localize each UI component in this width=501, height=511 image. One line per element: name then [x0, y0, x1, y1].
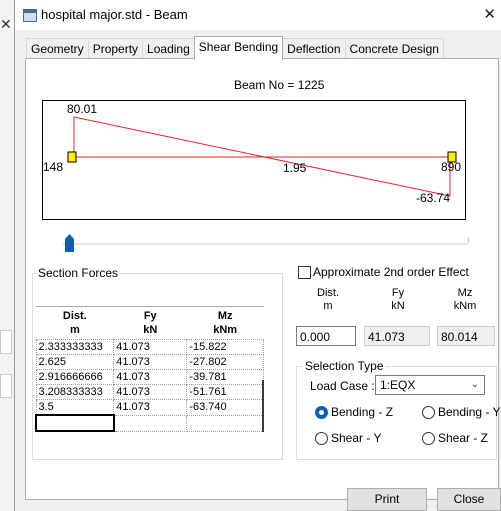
dist-input[interactable]: 0.000	[296, 326, 356, 346]
position-slider[interactable]	[63, 232, 469, 254]
chevron-down-icon: ⌄	[470, 379, 479, 390]
cell-mz[interactable]: -15.822	[186, 339, 264, 355]
table-scrollbar[interactable]	[262, 380, 264, 432]
tab-strip: Geometry Property Loading Shear Bending …	[26, 36, 444, 60]
load-case-value: 1:EQX	[380, 378, 416, 392]
moment-diagram: 80.01 148 1.95 890 -63.74	[42, 100, 466, 220]
approx-dist-header: Dist. m	[317, 287, 339, 312]
cell-dist[interactable]: 3.208333333	[35, 384, 115, 400]
cell-fy[interactable]: 41.073	[113, 384, 188, 400]
bending-y-radio[interactable]	[422, 406, 435, 419]
approx-2nd-order-checkbox[interactable]	[298, 266, 311, 279]
shear-y-radio[interactable]	[315, 432, 328, 445]
tab-shear-bending[interactable]: Shear Bending	[193, 36, 284, 60]
fy-value-field: 41.073	[364, 326, 430, 346]
table-row[interactable]: 3.208333333 41.073 -51.761	[35, 384, 264, 400]
background-close-icon[interactable]: ✕	[0, 16, 12, 33]
tab-loading[interactable]: Loading	[142, 38, 195, 60]
cell-dist[interactable]: 2.625	[35, 354, 115, 370]
cell-fy[interactable]: 41.073	[113, 399, 188, 416]
section-forces-title: Section Forces	[36, 266, 121, 280]
table-row[interactable]: 2.625 41.073 -27.802	[35, 354, 264, 370]
background-field	[0, 330, 12, 354]
cell-fy[interactable]	[113, 414, 188, 432]
column-header-fy: Fy kN	[113, 306, 187, 340]
section-forces-table: Dist. m Fy kN Mz kNm 2.333333333 41.073 -15…	[35, 306, 264, 432]
table-row[interactable]: 2.333333333 41.073 -15.822	[35, 339, 264, 355]
selection-type-title: Selection Type	[303, 359, 386, 373]
approx-fy-header: Fy kN	[391, 287, 405, 312]
background-field	[0, 374, 12, 398]
cell-fy[interactable]: 41.073	[113, 369, 188, 385]
close-button[interactable]: Close	[437, 488, 501, 511]
app-window-icon	[23, 9, 37, 22]
left-support-marker	[67, 151, 77, 163]
tab-geometry[interactable]: Geometry	[26, 38, 89, 60]
cell-dist-selected[interactable]	[35, 414, 115, 432]
column-header-dist: Dist. m	[36, 306, 114, 340]
slider-track	[63, 243, 469, 245]
background-window	[0, 0, 15, 511]
cell-mz[interactable]	[186, 414, 264, 432]
title-bar: hospital major.std - Beam ✕	[15, 0, 501, 30]
max-moment-label: 80.01	[67, 102, 98, 116]
tab-property[interactable]: Property	[87, 38, 144, 60]
table-row[interactable]	[35, 414, 264, 432]
load-case-label: Load Case :	[310, 379, 375, 393]
cell-fy[interactable]: 41.073	[113, 354, 188, 370]
slider-tick	[468, 238, 469, 242]
shear-z-label: Shear - Z	[438, 431, 489, 445]
load-case-select[interactable]: 1:EQX ⌄	[375, 375, 485, 395]
beam-number-label: Beam No = 1225	[234, 78, 325, 92]
cell-mz[interactable]: -27.802	[186, 354, 264, 370]
diagram-svg	[67, 116, 457, 197]
mid-value-label: 1.95	[283, 161, 307, 175]
cell-mz[interactable]: -63.740	[186, 399, 264, 416]
tab-deflection[interactable]: Deflection	[282, 38, 346, 60]
bending-y-label: Bending - Y	[438, 405, 501, 419]
table-row[interactable]: 2.916666666 41.073 -39.781	[35, 369, 264, 385]
tab-concrete-design[interactable]: Concrete Design	[344, 38, 444, 60]
close-icon[interactable]: ✕	[483, 5, 496, 23]
cell-dist[interactable]: 3.5	[35, 399, 115, 416]
print-button[interactable]: Print	[347, 488, 427, 511]
cell-mz[interactable]: -51.761	[186, 384, 264, 400]
cell-dist[interactable]: 2.916666666	[35, 369, 115, 385]
column-header-mz: Mz kNm	[186, 306, 264, 340]
shear-y-label: Shear - Y	[331, 431, 382, 445]
right-node-label: 890	[441, 160, 462, 174]
min-moment-label: -63.74	[416, 191, 451, 205]
bending-z-label: Bending - Z	[331, 405, 394, 419]
mz-value-field: 80.014	[437, 326, 495, 346]
left-node-label: 148	[43, 160, 64, 174]
shear-z-radio[interactable]	[422, 432, 435, 445]
cell-dist[interactable]: 2.333333333	[35, 339, 115, 355]
moment-curve	[73, 116, 451, 197]
cell-fy[interactable]: 41.073	[113, 339, 188, 355]
approx-2nd-order-label: Approximate 2nd order Effect	[313, 265, 469, 279]
cell-mz[interactable]: -39.781	[186, 369, 264, 385]
bending-z-radio[interactable]	[315, 406, 328, 419]
window-title: hospital major.std - Beam	[41, 7, 188, 22]
slider-thumb-icon[interactable]	[65, 234, 74, 252]
table-row[interactable]: 3.5 41.073 -63.740	[35, 399, 264, 416]
approx-mz-header: Mz kNm	[453, 287, 477, 312]
